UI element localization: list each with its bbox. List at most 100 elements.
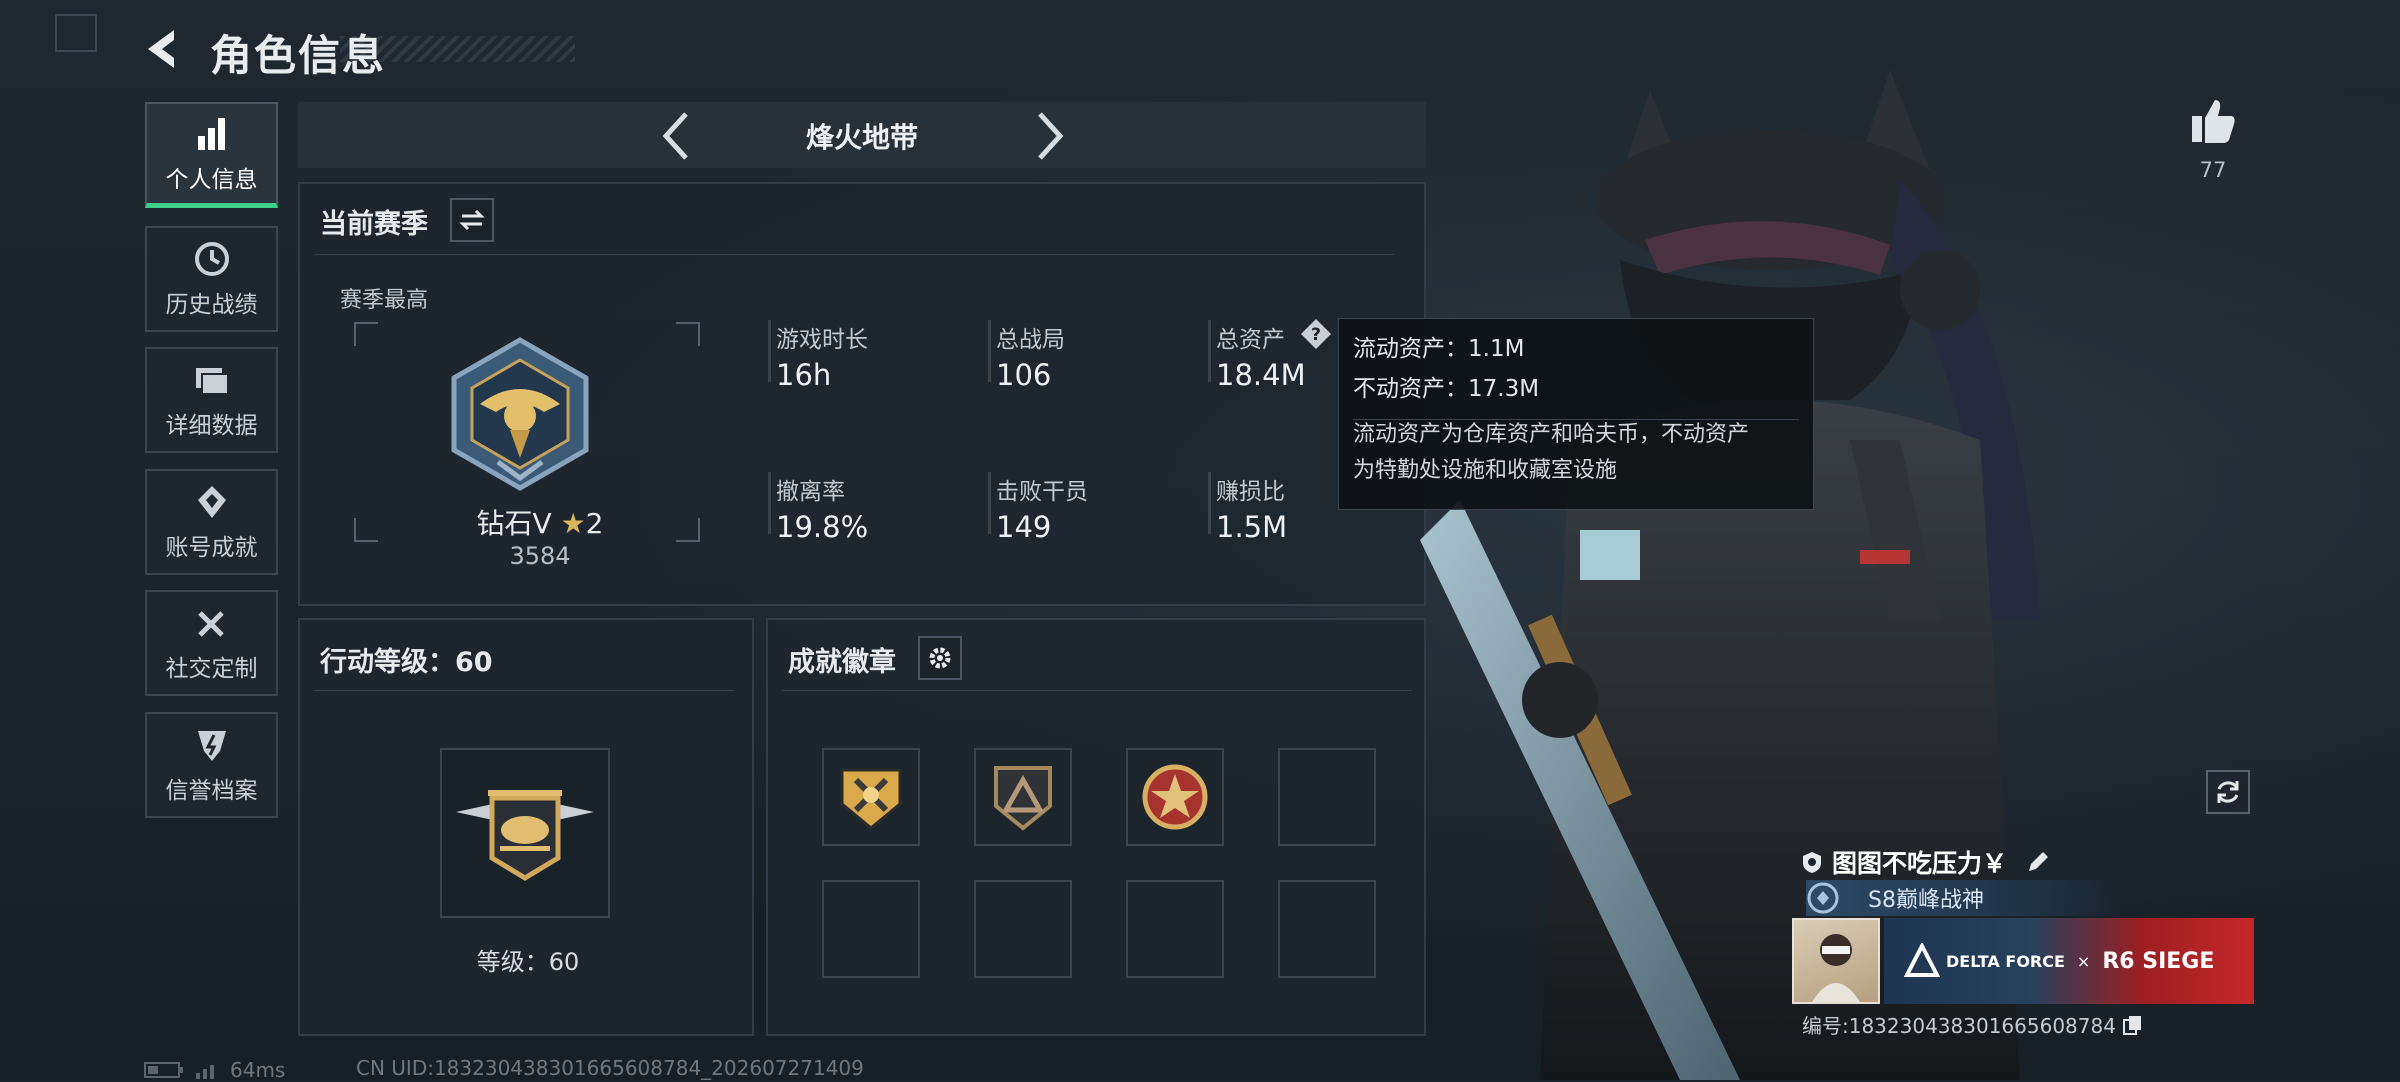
ping-value: 64ms <box>230 1058 286 1082</box>
next-mode-arrow-icon[interactable] <box>1020 108 1076 164</box>
badges-panel: 成就徽章 <box>766 618 1426 1036</box>
divider <box>314 690 734 691</box>
sidebar-item-achievements[interactable]: 账号成就 <box>145 469 278 575</box>
stat-divider <box>988 320 991 382</box>
star-icon: ★ <box>560 507 586 540</box>
badge-slot-empty[interactable] <box>822 880 920 978</box>
achievement-icon <box>197 486 226 518</box>
uid-text: CN UID:18323043830166560878​4_2026072714… <box>356 1056 864 1080</box>
level-caption: 等级：60 <box>476 948 580 976</box>
badges-title: 成就徽章 <box>788 647 896 678</box>
rotate-icon <box>2217 781 2239 803</box>
delta-logo-icon <box>1904 943 1940 977</box>
sidebar-item-reputation[interactable]: 信誉档案 <box>145 712 278 818</box>
banner-text-left: DELTA FORCE <box>1946 951 2065 971</box>
sidebar-item-label: 账号成就 <box>165 535 258 561</box>
switch-season-button[interactable] <box>450 198 494 242</box>
stat-divider <box>768 472 771 534</box>
season-title: 当前赛季 <box>320 209 428 240</box>
badge-slot-empty[interactable] <box>1126 880 1224 978</box>
swap-icon <box>459 209 485 231</box>
asset-tooltip: 流动资产：1.1M 不动资产：17.3M 流动资产为仓库资产和哈夫币，不动资产 … <box>1338 318 1814 510</box>
page-title: 角色信息 <box>210 31 387 80</box>
red-star-medal-icon <box>1142 764 1208 830</box>
stat-divider <box>768 320 771 382</box>
stat-value: 1.5M <box>1216 510 1288 544</box>
stat-label: 撤离率 <box>776 479 845 505</box>
title-badge: S8巅峰战神 <box>1806 880 2126 916</box>
stat-value: 16h <box>776 358 832 392</box>
avatar-figure-icon <box>1812 934 1860 1002</box>
likes-count: 77 <box>2199 158 2227 182</box>
level-title: 行动等级：60 <box>320 647 493 678</box>
badge-settings-button[interactable] <box>918 636 962 680</box>
mode-name: 烽火地带 <box>805 121 918 154</box>
sidebar-item-history[interactable]: 历史战绩 <box>145 226 278 332</box>
back-arrow-icon[interactable] <box>140 24 190 74</box>
status-bar: 64ms <box>144 1058 285 1082</box>
stat-divider <box>988 472 991 534</box>
badge-slot-empty[interactable] <box>1278 748 1376 846</box>
badge-slot-empty[interactable] <box>974 880 1072 978</box>
rank-stars: 2 <box>585 507 604 540</box>
stat-value: 149 <box>996 510 1052 544</box>
collab-banner: DELTA FORCE × R6 SIEGE <box>1884 918 2254 1004</box>
laurel-icon <box>1807 882 1839 914</box>
avatar[interactable] <box>1792 918 1880 1004</box>
stat-divider <box>1208 472 1211 534</box>
player-id: 编号:18323043830166560878​4 <box>1802 1014 2116 1038</box>
sidebar-item-label: 信誉档案 <box>165 778 258 804</box>
diamond-rank-emblem-icon <box>451 337 589 491</box>
history-clock-icon <box>194 242 229 276</box>
player-name: 图图不吃压力￥ <box>1832 849 2008 878</box>
sidebar-item-label: 个人信息 <box>165 166 258 193</box>
thumbs-up-icon[interactable] <box>2188 96 2238 146</box>
stat-label: 游戏时长 <box>776 327 868 353</box>
asset-description-1: 流动资产为仓库资产和哈夫币，不动资产 <box>1353 422 1750 447</box>
season-best-label: 赛季最高 <box>340 288 429 313</box>
badge-slot[interactable] <box>974 748 1072 846</box>
rotate-view-button[interactable] <box>2206 770 2250 814</box>
corner-decoration <box>55 14 97 52</box>
divider <box>782 690 1412 691</box>
badge-slot[interactable] <box>822 748 920 846</box>
copy-icon[interactable] <box>2122 1014 2144 1036</box>
stat-label: 击败干员 <box>996 479 1088 505</box>
level-panel: 行动等级：60 等级：60 <box>298 618 754 1036</box>
stat-value: 19.8% <box>776 510 869 544</box>
sidebar-item-personal-info[interactable]: 个人信息 <box>145 102 278 208</box>
battery-icon <box>144 1062 183 1078</box>
stat-label: 总战局 <box>996 327 1065 353</box>
mode-selector: 烽火地带 <box>298 102 1426 168</box>
gold-emblem-icon <box>840 768 902 830</box>
season-panel: 当前赛季 赛季最高 钻石V ★2 3584 游戏时长 16h 总战局 106 总… <box>298 182 1426 606</box>
stat-value: 106 <box>996 358 1052 392</box>
stat-label: 总资产 <box>1216 327 1285 353</box>
shield-badge-icon <box>197 731 226 761</box>
title-badge-text: S8巅峰战神 <box>1868 888 1984 913</box>
divider <box>314 254 1394 255</box>
badge-slot-empty[interactable] <box>1278 880 1376 978</box>
divider <box>1353 419 1799 420</box>
banner-text-right: R6 SIEGE <box>2102 948 2215 974</box>
edit-pencil-icon[interactable] <box>2025 849 2051 875</box>
sidebar-item-label: 历史战绩 <box>165 292 258 318</box>
sidebar-item-detailed-data[interactable]: 详细数据 <box>145 347 278 453</box>
level-emblem-frame[interactable] <box>440 748 610 918</box>
help-icon[interactable]: ? <box>1300 318 1332 350</box>
stat-label: 赚损比 <box>1216 479 1285 505</box>
stat-divider <box>1208 320 1211 382</box>
folder-icon <box>195 368 229 395</box>
signal-icon <box>196 1065 214 1079</box>
sidebar-item-social[interactable]: 社交定制 <box>145 590 278 696</box>
rank-score: 3584 <box>509 542 571 570</box>
triangle-shield-icon <box>994 766 1052 831</box>
svg-text:?: ? <box>1311 325 1321 345</box>
fixed-assets: 不动资产：17.3M <box>1353 376 1540 402</box>
gear-icon <box>929 647 951 669</box>
banner-x: × <box>2076 951 2091 971</box>
sidebar-item-label: 详细数据 <box>165 413 258 439</box>
helicopter-emblem-icon <box>456 790 594 881</box>
badge-slot[interactable] <box>1126 748 1224 846</box>
rank-name: 钻石V <box>476 507 552 540</box>
